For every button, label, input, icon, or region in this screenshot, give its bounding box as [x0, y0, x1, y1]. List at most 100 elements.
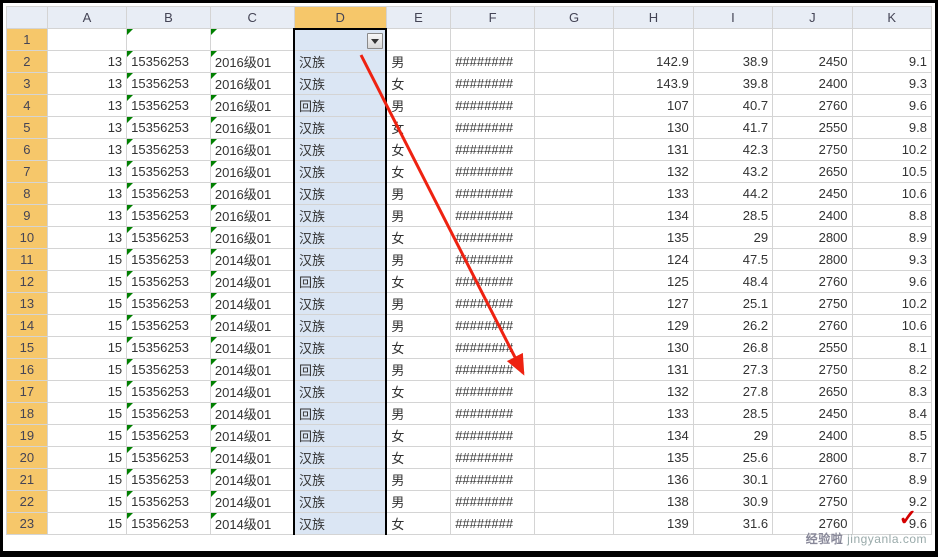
cell[interactable]: 15 — [47, 271, 126, 293]
cell[interactable]: 女 — [386, 227, 450, 249]
cell[interactable]: 女 — [386, 381, 450, 403]
cell[interactable]: ######## — [451, 117, 535, 139]
cell[interactable]: 47.5 — [693, 249, 772, 271]
col-header-f[interactable]: F — [451, 7, 535, 29]
cell[interactable]: 9.6 — [852, 271, 931, 293]
cell[interactable]: 9.6 — [852, 513, 931, 535]
cell[interactable]: 2750 — [773, 293, 852, 315]
cell[interactable]: 48.4 — [693, 271, 772, 293]
cell[interactable]: 2016级01 — [210, 117, 294, 139]
cell[interactable]: ######## — [451, 161, 535, 183]
cell[interactable]: 30.1 — [693, 469, 772, 491]
row-header[interactable]: 21 — [7, 469, 48, 491]
cell[interactable]: 43.2 — [693, 161, 772, 183]
cell[interactable]: 15356253 — [127, 447, 211, 469]
cell[interactable]: 2016级01 — [210, 51, 294, 73]
cell[interactable]: 2800 — [773, 227, 852, 249]
cell[interactable]: 15356253 — [127, 95, 211, 117]
cell[interactable]: 15356253 — [127, 359, 211, 381]
cell[interactable]: 2650 — [773, 381, 852, 403]
cell[interactable] — [534, 183, 613, 205]
cell[interactable]: 2550 — [773, 337, 852, 359]
select-all-corner[interactable] — [7, 7, 48, 29]
col-header-c[interactable]: C — [210, 7, 294, 29]
cell[interactable]: ######## — [451, 513, 535, 535]
cell[interactable]: 15356253 — [127, 337, 211, 359]
cell[interactable]: 8.3 — [852, 381, 931, 403]
cell[interactable]: ######## — [451, 293, 535, 315]
cell[interactable]: 136 — [614, 469, 693, 491]
cell[interactable] — [534, 205, 613, 227]
row-header[interactable]: 5 — [7, 117, 48, 139]
col-header-k[interactable]: K — [852, 7, 931, 29]
cell[interactable]: 2016级01 — [210, 183, 294, 205]
cell[interactable]: 125 — [614, 271, 693, 293]
cell[interactable]: 15 — [47, 249, 126, 271]
col-header-h[interactable]: H — [614, 7, 693, 29]
cell[interactable]: 13 — [47, 227, 126, 249]
cell[interactable]: 26.8 — [693, 337, 772, 359]
cell[interactable]: 9.6 — [852, 95, 931, 117]
cell[interactable] — [534, 337, 613, 359]
cell[interactable]: 135 — [614, 447, 693, 469]
cell[interactable]: 8.9 — [852, 469, 931, 491]
cell[interactable]: 8.4 — [852, 403, 931, 425]
cell[interactable]: 汉族 — [294, 381, 386, 403]
col-header-e[interactable]: E — [386, 7, 450, 29]
cell[interactable]: 129 — [614, 315, 693, 337]
cell[interactable]: 127 — [614, 293, 693, 315]
cell[interactable]: 15 — [47, 469, 126, 491]
cell[interactable]: 25.1 — [693, 293, 772, 315]
cell[interactable]: 汉族 — [294, 469, 386, 491]
col-header-g[interactable]: G — [534, 7, 613, 29]
row-header[interactable]: 10 — [7, 227, 48, 249]
row-header[interactable]: 2 — [7, 51, 48, 73]
cell[interactable]: 男 — [386, 403, 450, 425]
cell[interactable]: 15 — [47, 359, 126, 381]
cell[interactable] — [534, 139, 613, 161]
cell[interactable]: 27.8 — [693, 381, 772, 403]
cell[interactable]: 13 — [47, 161, 126, 183]
cell[interactable]: 30.9 — [693, 491, 772, 513]
cell[interactable]: 2760 — [773, 95, 852, 117]
cell[interactable]: 44.2 — [693, 183, 772, 205]
cell[interactable] — [47, 29, 126, 51]
cell[interactable]: 133 — [614, 183, 693, 205]
cell[interactable]: 2750 — [773, 359, 852, 381]
cell[interactable]: ######## — [451, 205, 535, 227]
cell[interactable]: 2014级01 — [210, 337, 294, 359]
cell[interactable]: 2016级01 — [210, 139, 294, 161]
cell[interactable]: 133 — [614, 403, 693, 425]
cell[interactable]: 10.2 — [852, 139, 931, 161]
cell[interactable] — [127, 29, 211, 51]
cell[interactable]: 2014级01 — [210, 381, 294, 403]
cell[interactable]: 15356253 — [127, 469, 211, 491]
cell[interactable]: ######## — [451, 51, 535, 73]
cell[interactable]: 女 — [386, 447, 450, 469]
cell[interactable] — [534, 51, 613, 73]
cell[interactable]: 27.3 — [693, 359, 772, 381]
cell[interactable]: 回族 — [294, 359, 386, 381]
cell[interactable]: 15 — [47, 403, 126, 425]
cell[interactable]: ######## — [451, 381, 535, 403]
row-header[interactable]: 12 — [7, 271, 48, 293]
cell[interactable]: 10.6 — [852, 183, 931, 205]
cell[interactable]: 8.8 — [852, 205, 931, 227]
cell[interactable]: 10.6 — [852, 315, 931, 337]
cell[interactable]: 15356253 — [127, 227, 211, 249]
cell[interactable]: 134 — [614, 205, 693, 227]
cell[interactable]: 2550 — [773, 117, 852, 139]
cell[interactable]: 2760 — [773, 315, 852, 337]
cell[interactable]: 132 — [614, 161, 693, 183]
col-header-j[interactable]: J — [773, 7, 852, 29]
cell[interactable]: 女 — [386, 117, 450, 139]
row-header[interactable]: 22 — [7, 491, 48, 513]
cell[interactable]: 8.5 — [852, 425, 931, 447]
cell[interactable]: 13 — [47, 205, 126, 227]
cell[interactable]: 15356253 — [127, 73, 211, 95]
cell[interactable]: 男 — [386, 491, 450, 513]
cell[interactable]: ######## — [451, 403, 535, 425]
cell[interactable]: 男 — [386, 249, 450, 271]
cell[interactable] — [534, 161, 613, 183]
row-header[interactable]: 18 — [7, 403, 48, 425]
